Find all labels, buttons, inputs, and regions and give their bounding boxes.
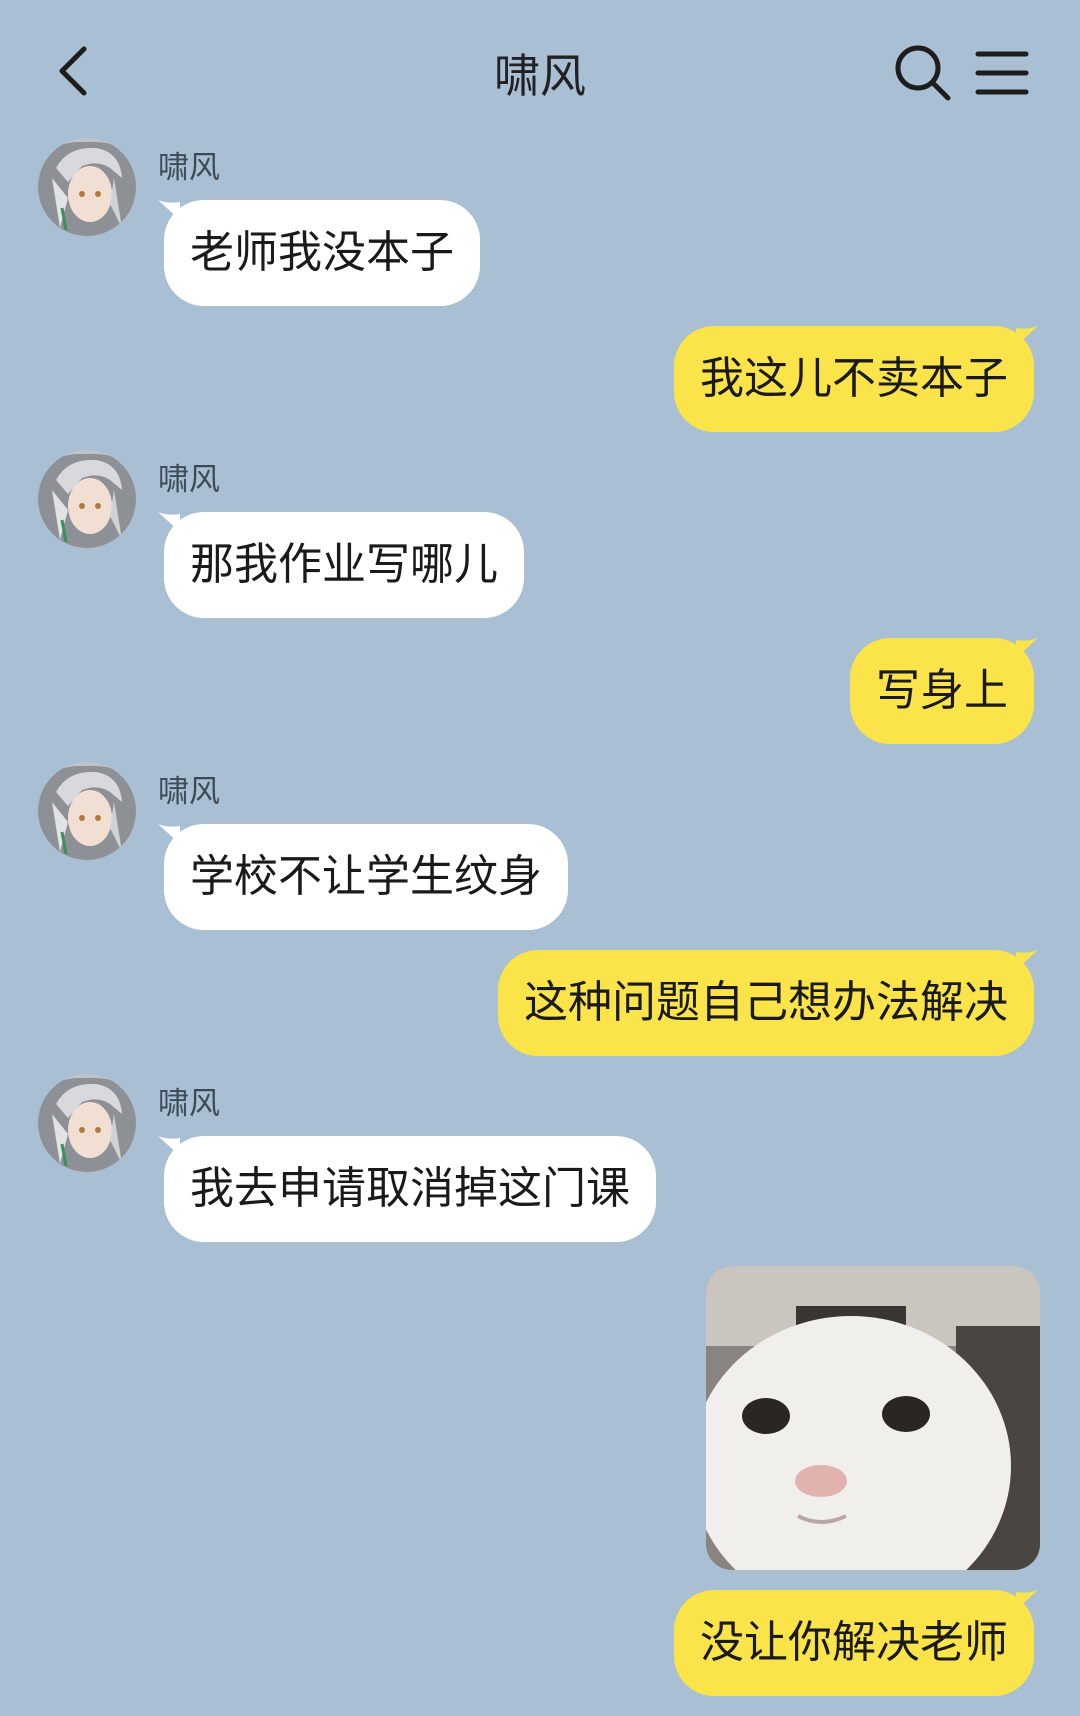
incoming-message-bubble[interactable]: 学校不让学生纹身 [164,824,568,930]
chat-header: 啸风 [0,0,1080,140]
avatar[interactable] [38,762,136,860]
avatar-image [38,450,136,548]
incoming-message-bubble[interactable]: 我去申请取消掉这门课 [164,1136,656,1242]
outgoing-message-bubble[interactable]: 我这儿不卖本子 [674,326,1034,432]
outgoing-message-bubble[interactable]: 写身上 [850,638,1034,744]
menu-button[interactable] [970,42,1036,104]
sticker-image [706,1266,1040,1570]
sender-name: 啸风 [158,1086,220,1122]
white-cat-face-sticker[interactable] [706,1266,1040,1570]
avatar[interactable] [38,1074,136,1172]
outgoing-message-bubble[interactable]: 这种问题自己想办法解决 [498,950,1034,1056]
incoming-message-bubble[interactable]: 老师我没本子 [164,200,480,306]
sender-name: 啸风 [158,462,220,498]
sender-name: 啸风 [158,774,220,810]
incoming-message-bubble[interactable]: 那我作业写哪儿 [164,512,524,618]
avatar[interactable] [38,138,136,236]
avatar[interactable] [38,450,136,548]
avatar-image [38,138,136,236]
search-icon [895,45,951,101]
avatar-image [38,762,136,860]
outgoing-message-bubble[interactable]: 没让你解决老师 [674,1590,1034,1696]
sender-name: 啸风 [158,150,220,186]
search-button[interactable] [890,40,956,106]
avatar-image [38,1074,136,1172]
hamburger-menu-icon [975,51,1029,95]
